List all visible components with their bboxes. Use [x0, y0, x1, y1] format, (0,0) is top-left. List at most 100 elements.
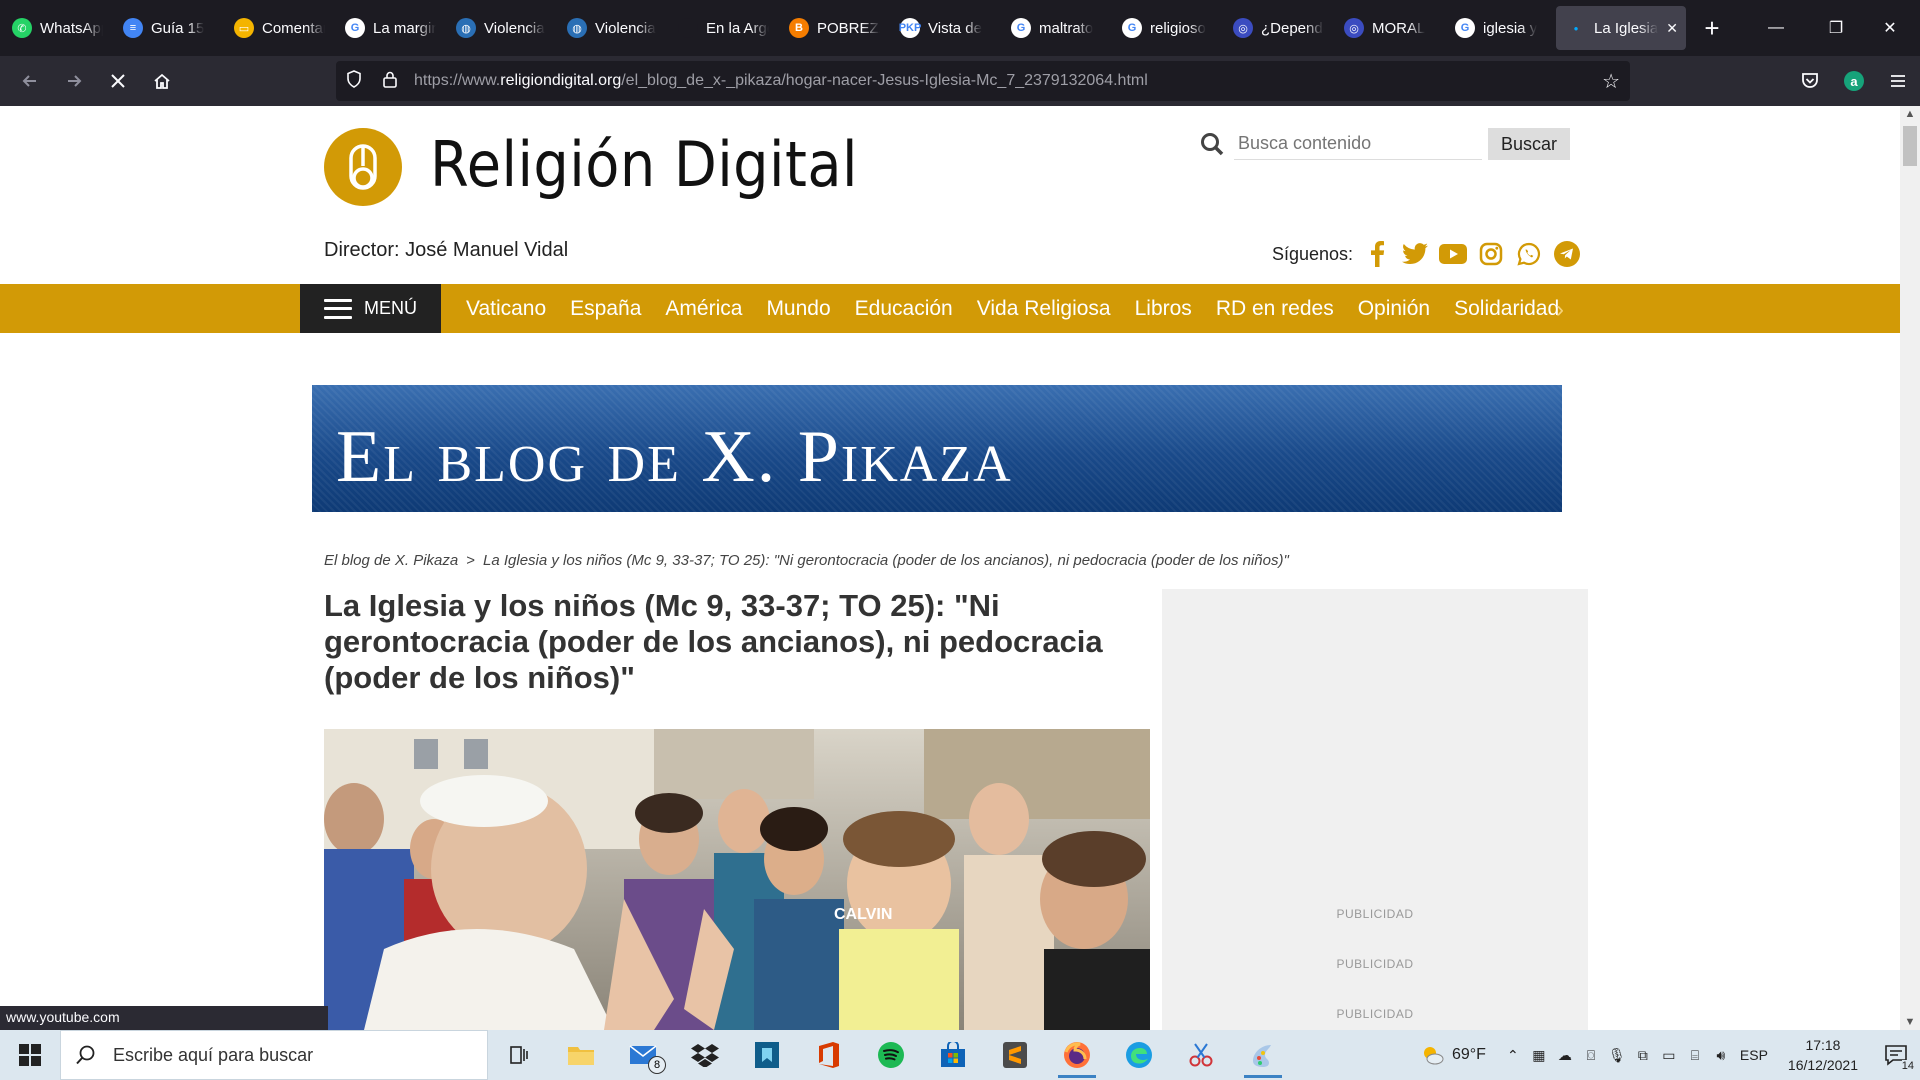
office-button[interactable]	[798, 1030, 860, 1080]
scroll-down-arrow-icon[interactable]: ▼	[1900, 1016, 1920, 1028]
battery-icon[interactable]: ▭	[1656, 1030, 1682, 1080]
browser-tab[interactable]: ≡ Guía 15	[113, 6, 224, 50]
menu-item-vaticano[interactable]: Vaticano	[466, 297, 546, 321]
extension-button[interactable]: a	[1832, 63, 1876, 99]
microphone-icon[interactable]: 🎙︎	[1604, 1030, 1630, 1080]
new-tab-button[interactable]: +	[1692, 13, 1732, 44]
browser-tab[interactable]: ◎ MORAL	[1334, 6, 1445, 50]
breadcrumb-item-blog[interactable]: El blog de X. Pikaza	[324, 552, 458, 569]
app-menu-button[interactable]	[1876, 63, 1920, 99]
home-button[interactable]	[140, 63, 184, 99]
facebook-icon[interactable]	[1363, 240, 1391, 268]
camera-icon[interactable]: ⌼	[1578, 1030, 1604, 1080]
edge-button[interactable]	[1108, 1030, 1170, 1080]
browser-tab[interactable]: ◎ ¿Dependencia	[1223, 6, 1334, 50]
search-button[interactable]: Buscar	[1488, 128, 1570, 160]
scroll-up-arrow-icon[interactable]: ▲	[1900, 108, 1920, 120]
menu-item-vida-religiosa[interactable]: Vida Religiosa	[977, 297, 1111, 321]
browser-tab[interactable]: ▭ Comentario	[224, 6, 335, 50]
url-path: /el_blog_de_x-_pikaza/hogar-nacer-Jesus-…	[621, 72, 1148, 89]
breadcrumb-separator: >	[466, 552, 476, 569]
site-title[interactable]: Religión Digital	[430, 128, 858, 201]
browser-tab[interactable]: Giglesia y	[1445, 6, 1556, 50]
url-text[interactable]: https://www.religiondigital.org/el_blog_…	[414, 72, 1148, 90]
bookmark-star-icon[interactable]: ☆	[1602, 69, 1620, 94]
language-indicator[interactable]: ESP	[1740, 1047, 1768, 1063]
breadcrumb-item-article[interactable]: La Iglesia y los niños (Mc 9, 33-37; TO …	[483, 552, 1289, 569]
page-scrollbar[interactable]: ▲ ▼	[1900, 106, 1920, 1030]
url-bar[interactable]: https://www.religiondigital.org/el_blog_…	[336, 61, 1630, 101]
sublime-button[interactable]	[984, 1030, 1046, 1080]
restore-button[interactable]: ❐	[1806, 0, 1866, 56]
kindle-button[interactable]	[736, 1030, 798, 1080]
menu-items: Vaticano España América Mundo Educación Vida …	[454, 284, 1571, 333]
site-logo[interactable]	[324, 128, 402, 206]
notification-center-icon[interactable]: 14	[1872, 1030, 1920, 1080]
menu-item-rd-en-redes[interactable]: RD en redes	[1216, 297, 1334, 321]
snipping-tool-button[interactable]	[1170, 1030, 1232, 1080]
browser-tab[interactable]: ◍ Violencia	[557, 6, 668, 50]
volume-icon[interactable]: 🔊︎	[1708, 1030, 1734, 1080]
clock-time: 17:18	[1805, 1037, 1841, 1053]
blog-banner[interactable]: El blog de X. Pikaza	[312, 385, 1562, 512]
stop-button[interactable]	[96, 63, 140, 99]
scrollbar-thumb[interactable]	[1903, 126, 1917, 166]
meet-now-icon[interactable]: ⧉	[1630, 1030, 1656, 1080]
clock[interactable]: 17:18 16/12/2021	[1788, 1035, 1858, 1075]
article-photo[interactable]: CALVIN	[324, 729, 1150, 1030]
menu-item-educación[interactable]: Educación	[855, 297, 953, 321]
browser-tab[interactable]: Greligioso	[1112, 6, 1223, 50]
firefox-button[interactable]	[1046, 1030, 1108, 1080]
browser-tab[interactable]: ✆ WhatsApp	[2, 6, 113, 50]
menu-item-solidaridad[interactable]: Solidaridad	[1454, 297, 1559, 321]
hamburger-icon	[324, 298, 352, 319]
browser-tab[interactable]: En la Argentina	[668, 6, 779, 50]
show-hidden-icons-chevron-icon[interactable]: ⌃	[1500, 1030, 1526, 1080]
browser-tab[interactable]: ◍ Violencia	[446, 6, 557, 50]
menu-item-américa[interactable]: América	[665, 297, 742, 321]
whatsapp-icon[interactable]	[1515, 240, 1543, 268]
menu-item-opinión[interactable]: Opinión	[1358, 297, 1430, 321]
tab-label: POBREZA	[817, 19, 880, 37]
weather-temp[interactable]: 69°F	[1452, 1046, 1486, 1064]
onedrive-icon[interactable]: ☁	[1552, 1030, 1578, 1080]
paint-button[interactable]	[1232, 1030, 1294, 1080]
twitter-icon[interactable]	[1401, 240, 1429, 268]
ad-label: PUBLICIDAD	[1336, 1007, 1414, 1021]
youtube-icon[interactable]	[1439, 240, 1468, 268]
lock-icon[interactable]	[372, 70, 408, 93]
tab-favicon-icon: G	[1011, 18, 1031, 38]
close-window-button[interactable]: ✕	[1860, 0, 1920, 56]
chevron-right-icon[interactable]: ›	[1556, 296, 1564, 324]
store-button[interactable]	[922, 1030, 984, 1080]
shield-icon[interactable]	[336, 69, 372, 94]
file-explorer-button[interactable]	[550, 1030, 612, 1080]
back-button[interactable]	[8, 63, 52, 99]
browser-tab[interactable]: Gmaltrato	[1001, 6, 1112, 50]
tab-close-icon[interactable]: ✕	[1666, 20, 1678, 37]
dropbox-button[interactable]	[674, 1030, 736, 1080]
telegram-icon[interactable]	[1553, 240, 1581, 268]
spotify-button[interactable]	[860, 1030, 922, 1080]
pocket-button[interactable]	[1788, 63, 1832, 99]
menu-item-libros[interactable]: Libros	[1135, 297, 1192, 321]
browser-tab[interactable]: PKP Vista de	[890, 6, 1001, 50]
tab-favicon-icon	[678, 18, 698, 38]
forward-button[interactable]	[52, 63, 96, 99]
search-input[interactable]	[1234, 128, 1482, 160]
menu-item-mundo[interactable]: Mundo	[766, 297, 830, 321]
instagram-icon[interactable]	[1477, 240, 1505, 268]
task-view-button[interactable]	[488, 1030, 550, 1080]
mail-button[interactable]: 8	[612, 1030, 674, 1080]
menu-button[interactable]: MENÚ	[300, 284, 441, 333]
browser-tab[interactable]: G La marginación	[335, 6, 446, 50]
start-button[interactable]	[0, 1030, 60, 1080]
menu-item-españa[interactable]: España	[570, 297, 641, 321]
browser-tab[interactable]: B POBREZA	[779, 6, 890, 50]
tray-app-icon[interactable]: ▦	[1526, 1030, 1552, 1080]
tab-active[interactable]: ● La Iglesia ✕	[1556, 6, 1686, 50]
tab-list: ✆ WhatsApp ≡ Guía 15 ▭ Comentario G La marginac…	[2, 6, 1556, 50]
minimize-button[interactable]: —	[1746, 0, 1806, 56]
network-icon[interactable]: ⌸	[1682, 1030, 1708, 1080]
taskbar-search[interactable]: Escribe aquí para buscar	[60, 1030, 488, 1080]
